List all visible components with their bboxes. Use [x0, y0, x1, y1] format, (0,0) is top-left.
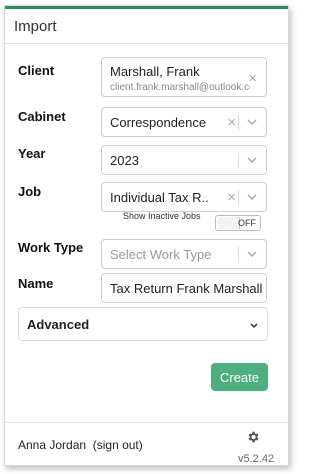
show-inactive-label: Show Inactive Jobs — [123, 211, 201, 221]
cabinet-label: Cabinet — [18, 109, 66, 124]
gear-icon[interactable] — [246, 430, 260, 449]
create-button[interactable]: Create — [211, 363, 268, 391]
client-clear-icon[interactable]: × — [248, 70, 257, 87]
work-type-divider — [238, 247, 239, 263]
job-label: Job — [18, 184, 42, 199]
job-chevron-down-icon[interactable] — [246, 187, 258, 207]
year-chevron-down-icon[interactable] — [246, 150, 258, 170]
job-value: Individual Tax R... — [110, 190, 210, 205]
name-input[interactable]: Tax Return Frank Marshall — [101, 273, 267, 303]
cabinet-select[interactable]: Correspondence × — [101, 107, 267, 137]
cabinet-clear-icon[interactable]: × — [227, 114, 236, 131]
year-select[interactable]: 2023 — [101, 145, 267, 175]
year-value: 2023 — [110, 153, 139, 168]
work-type-select[interactable]: Select Work Type — [101, 239, 267, 269]
work-type-label: Work Type — [18, 240, 84, 255]
cabinet-divider — [238, 115, 239, 131]
user-name: Anna Jordan — [18, 438, 87, 452]
client-label: Client — [18, 63, 55, 78]
cabinet-value: Correspondence — [110, 115, 207, 130]
cabinet-chevron-down-icon[interactable] — [246, 112, 258, 132]
advanced-section-toggle[interactable]: Advanced — [18, 307, 268, 341]
client-name: Marshall, Frank — [110, 64, 200, 79]
client-select[interactable]: Marshall, Frank client.frank.marshall@ou… — [101, 57, 267, 97]
toggle-state: OFF — [238, 218, 256, 228]
job-clear-icon[interactable]: × — [227, 189, 236, 206]
panel-title: Import — [5, 9, 288, 44]
import-panel: Import Client Marshall, Frank client.fra… — [4, 5, 289, 466]
user-info: Anna Jordan (sign out) — [18, 438, 143, 452]
client-email: client.frank.marshall@outlook.com — [110, 82, 250, 93]
name-label: Name — [18, 276, 54, 291]
name-value: Tax Return Frank Marshall — [110, 281, 263, 296]
chevron-down-icon — [249, 318, 259, 336]
job-select[interactable]: Individual Tax R... × — [101, 182, 267, 212]
version-label: v5.2.42 — [238, 453, 275, 465]
year-label: Year — [18, 146, 46, 161]
advanced-label: Advanced — [27, 317, 90, 332]
toggle-knob — [217, 217, 240, 229]
work-type-chevron-down-icon[interactable] — [246, 244, 258, 264]
year-divider — [238, 153, 239, 169]
work-type-placeholder: Select Work Type — [110, 247, 212, 262]
show-inactive-toggle[interactable]: OFF — [215, 215, 261, 231]
job-divider — [238, 190, 239, 206]
sign-out-link[interactable]: (sign out) — [93, 438, 143, 452]
footer-divider — [5, 422, 288, 423]
